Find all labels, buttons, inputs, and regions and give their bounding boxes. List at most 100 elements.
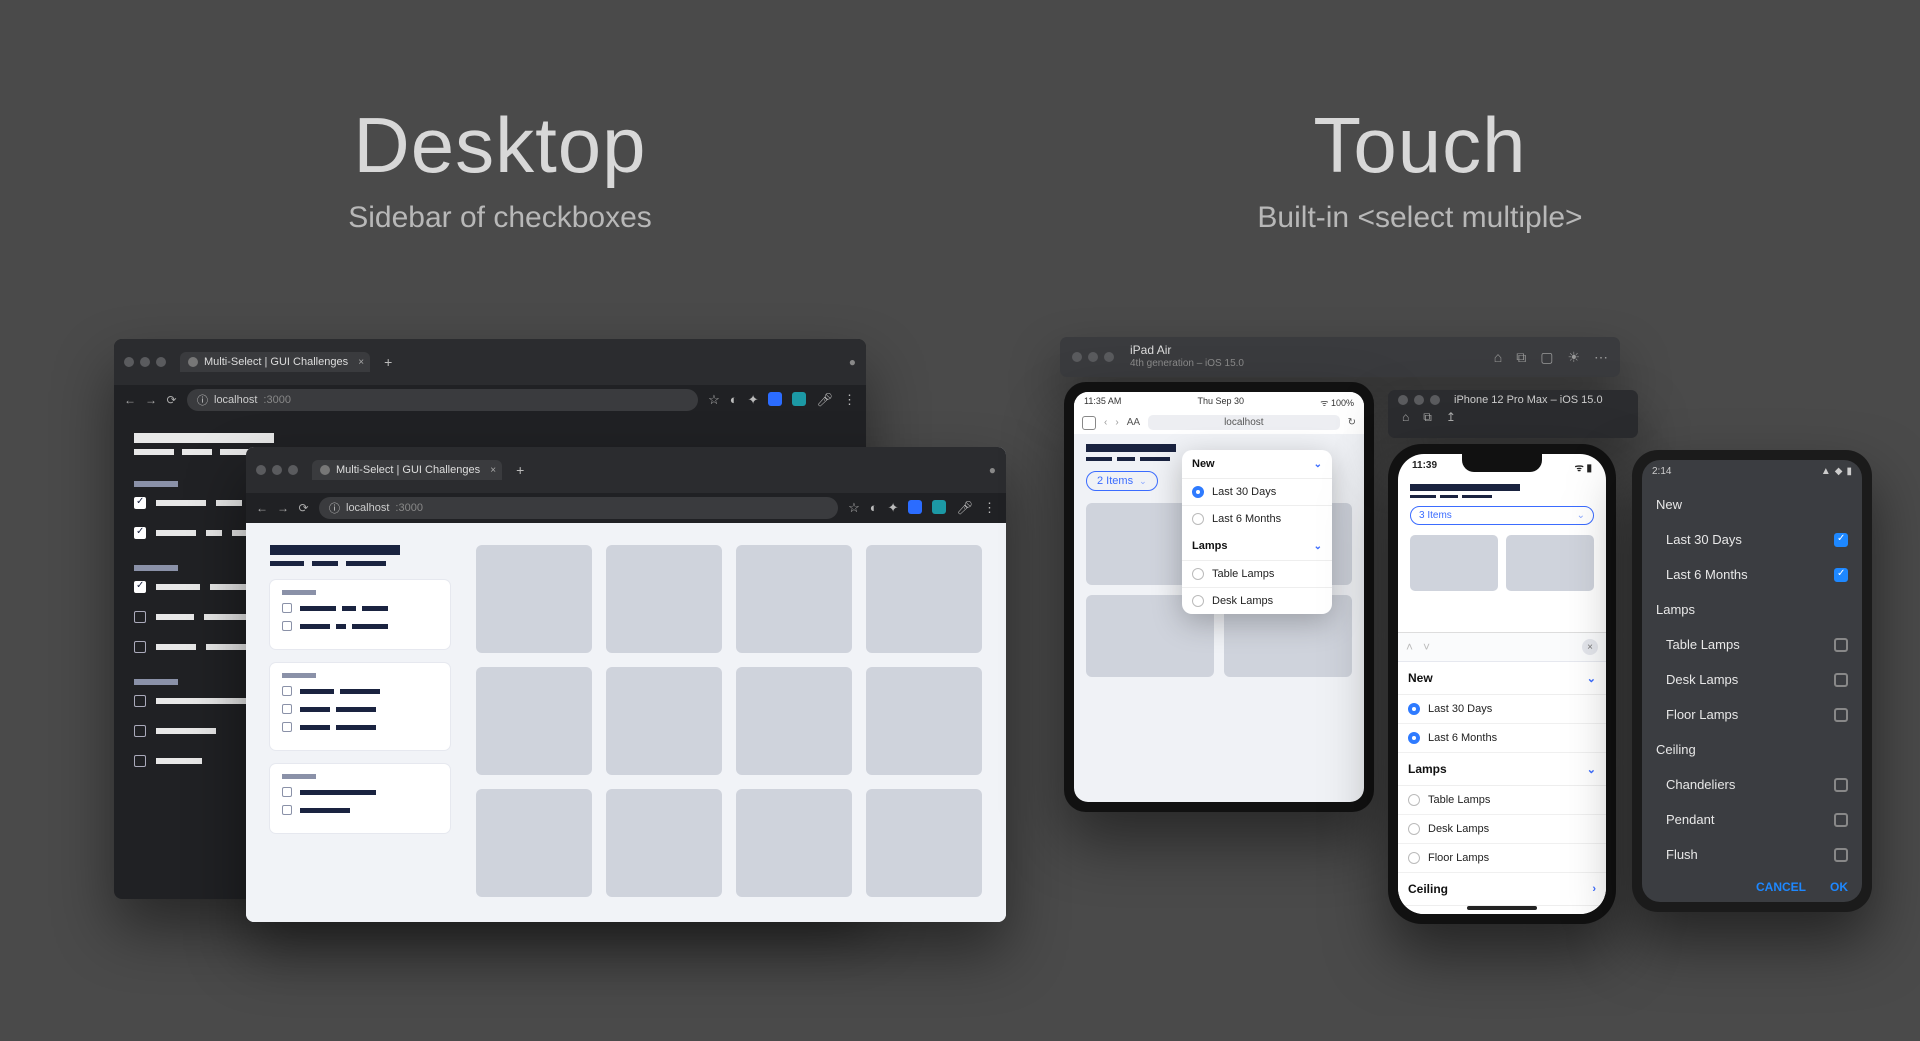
product-tile[interactable] — [606, 667, 722, 775]
multiselect-popover[interactable]: New⌄ Last 30 Days Last 6 Months Lamps⌄ T… — [1182, 450, 1332, 614]
address-bar[interactable]: ⓘ localhost:3000 — [187, 389, 698, 411]
extension-icon[interactable] — [932, 500, 946, 514]
nav-forward-icon[interactable]: → — [277, 501, 288, 515]
screenshot-icon[interactable]: ⧉ — [1423, 410, 1432, 425]
site-info-icon[interactable]: ⓘ — [197, 392, 208, 408]
reload-icon[interactable]: ↻ — [1348, 417, 1356, 428]
checkbox-icon[interactable] — [134, 581, 146, 593]
extensions-icon[interactable]: ✦ — [748, 392, 759, 408]
product-tile[interactable] — [736, 667, 852, 775]
checkbox-icon[interactable] — [1834, 638, 1848, 652]
checkbox-icon[interactable] — [282, 621, 292, 631]
checkbox-icon[interactable] — [1834, 848, 1848, 862]
checkbox-row[interactable] — [282, 704, 438, 714]
checkbox-icon[interactable] — [1834, 568, 1848, 582]
checkbox-icon[interactable] — [134, 695, 146, 707]
checkbox-icon[interactable] — [134, 641, 146, 653]
option-group-header[interactable]: New⌄ — [1398, 662, 1606, 695]
checkbox-icon[interactable] — [1834, 673, 1848, 687]
checkbox-icon[interactable] — [282, 805, 292, 815]
select-sheet[interactable]: ˄˅ × New⌄ Last 30 Days Last 6 Months Lam… — [1398, 632, 1606, 914]
nav-back-icon[interactable]: ‹ — [1104, 417, 1107, 428]
select-option[interactable]: Table Lamps — [1642, 627, 1862, 662]
product-tile[interactable] — [1410, 535, 1498, 591]
checkbox-icon[interactable] — [282, 603, 292, 613]
window-controls[interactable] — [1398, 395, 1440, 405]
select-option[interactable]: Table Lamps — [1182, 560, 1332, 587]
ok-button[interactable]: OK — [1830, 880, 1848, 894]
close-icon[interactable]: × — [1582, 639, 1598, 655]
checkbox-icon[interactable] — [282, 722, 292, 732]
prev-field-icon[interactable]: ˄ — [1406, 640, 1413, 654]
select-option[interactable]: Last 6 Months — [1642, 557, 1862, 592]
product-tile[interactable] — [736, 789, 852, 897]
url-field[interactable]: localhost — [1148, 415, 1340, 430]
checkbox-icon[interactable] — [1834, 533, 1848, 547]
checkbox-icon[interactable] — [1834, 778, 1848, 792]
checkbox-icon[interactable] — [282, 704, 292, 714]
checkbox-row[interactable] — [282, 787, 438, 797]
checkbox-icon[interactable] — [1834, 708, 1848, 722]
nav-forward-icon[interactable]: › — [1115, 417, 1118, 428]
product-tile[interactable] — [866, 667, 982, 775]
product-tile[interactable] — [476, 545, 592, 653]
option-group-header[interactable]: Lamps⌄ — [1398, 753, 1606, 786]
nav-back-icon[interactable]: ← — [124, 393, 135, 407]
option-group-header[interactable]: New⌄ — [1182, 450, 1332, 478]
select-option[interactable]: Table Lamps — [1398, 786, 1606, 815]
select-option[interactable]: Desk Lamps — [1642, 662, 1862, 697]
menu-icon[interactable]: ⋮ — [843, 392, 856, 408]
product-tile[interactable] — [606, 545, 722, 653]
checkbox-icon[interactable] — [1834, 813, 1848, 827]
window-controls[interactable] — [124, 357, 166, 367]
aa-icon[interactable]: AA — [1127, 417, 1140, 428]
star-icon[interactable]: ☆ — [848, 500, 860, 516]
menu-icon[interactable]: ⋮ — [983, 500, 996, 516]
extensions-icon[interactable]: ✦ — [888, 500, 899, 516]
window-controls[interactable] — [1072, 352, 1114, 362]
checkbox-icon[interactable] — [134, 527, 146, 539]
home-indicator[interactable] — [1467, 906, 1537, 910]
cancel-button[interactable]: CANCEL — [1756, 880, 1806, 894]
nav-back-icon[interactable]: ← — [256, 501, 267, 515]
product-tile[interactable] — [476, 789, 592, 897]
checkbox-icon[interactable] — [134, 497, 146, 509]
checkbox-icon[interactable] — [134, 611, 146, 623]
mic-icon[interactable]: 🎤︎ — [956, 500, 973, 516]
option-group-header[interactable]: Lamps⌄ — [1182, 532, 1332, 560]
browser-tab[interactable]: Multi-Select | GUI Challenges × — [180, 352, 370, 372]
extension-icon[interactable] — [768, 392, 782, 406]
nav-forward-icon[interactable]: → — [145, 393, 156, 407]
checkbox-row[interactable] — [282, 722, 438, 732]
select-option[interactable]: Flush — [1642, 837, 1862, 872]
select-option[interactable]: Floor Lamps — [1642, 697, 1862, 732]
select-option[interactable]: Desk Lamps — [1398, 815, 1606, 844]
select-option[interactable]: Last 30 Days — [1642, 522, 1862, 557]
checkbox-icon[interactable] — [134, 725, 146, 737]
next-field-icon[interactable]: ˅ — [1423, 640, 1430, 654]
sidebar-icon[interactable] — [1082, 416, 1096, 430]
site-info-icon[interactable]: ⓘ — [329, 500, 340, 516]
half-moon-icon[interactable]: ◐ — [730, 392, 738, 408]
product-tile[interactable] — [606, 789, 722, 897]
close-tab-icon[interactable]: × — [358, 357, 364, 368]
home-icon[interactable]: ⌂ — [1494, 349, 1502, 366]
select-option[interactable]: Last 30 Days — [1182, 478, 1332, 505]
checkbox-row[interactable] — [282, 805, 438, 815]
checkbox-icon[interactable] — [282, 787, 292, 797]
appearance-icon[interactable]: ☀ — [1567, 349, 1580, 366]
home-icon[interactable]: ⌂ — [1402, 410, 1409, 425]
product-tile[interactable] — [866, 789, 982, 897]
select-option[interactable]: Last 6 Months — [1398, 724, 1606, 753]
select-option[interactable]: Chandeliers — [1642, 767, 1862, 802]
product-tile[interactable] — [866, 545, 982, 653]
filter-summary-pill[interactable]: 3 Items ⌄ — [1410, 506, 1594, 525]
product-tile[interactable] — [736, 545, 852, 653]
rotate-icon[interactable]: ▢ — [1540, 349, 1553, 366]
half-moon-icon[interactable]: ◐ — [870, 500, 878, 516]
new-tab-button[interactable]: + — [384, 354, 392, 370]
star-icon[interactable]: ☆ — [708, 392, 720, 408]
rotate-icon[interactable]: ↥ — [1446, 410, 1456, 425]
select-option[interactable]: Desk Lamps — [1182, 587, 1332, 614]
select-option[interactable]: Pendant — [1642, 802, 1862, 837]
